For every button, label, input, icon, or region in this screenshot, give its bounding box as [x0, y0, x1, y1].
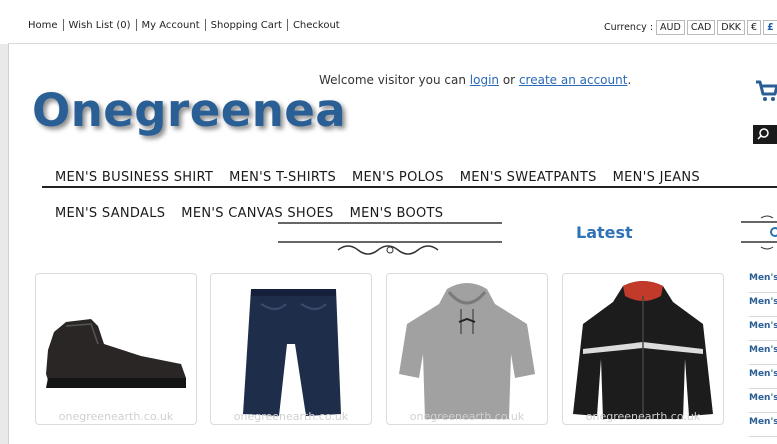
my-account-link[interactable]: My Account	[142, 20, 200, 31]
nav-item-polos[interactable]: MEN'S POLOS	[352, 170, 444, 185]
nav-row-2: MEN'S SANDALS MEN'S CANVAS SHOES MEN'S BOO…	[55, 206, 459, 221]
ornament-side-icon	[741, 215, 777, 250]
sidebar-item[interactable]: Men's	[749, 416, 777, 437]
product-card[interactable]: onegreenearth.co.uk	[386, 273, 548, 425]
search-icon	[757, 128, 769, 140]
hoodie-icon	[399, 283, 535, 419]
welcome-or: or	[502, 73, 516, 87]
nav-item-jeans[interactable]: MEN'S JEANS	[613, 170, 700, 185]
nav-item-boots[interactable]: MEN'S BOOTS	[350, 206, 444, 221]
home-link[interactable]: Home	[28, 20, 58, 31]
currency-dkk[interactable]: DKK	[717, 20, 746, 35]
boot-icon	[46, 319, 186, 388]
nav-item-sandals[interactable]: MEN'S SANDALS	[55, 206, 165, 221]
currency-eur[interactable]: €	[747, 20, 762, 35]
sidebar-item[interactable]: Men's	[749, 296, 777, 317]
jacket-icon	[573, 281, 713, 419]
nav-row-1: MEN'S BUSINESS SHIRT MEN'S T-SHIRTS MEN'S …	[55, 170, 716, 185]
separator	[135, 19, 137, 31]
product-card[interactable]: onegreenearth.co.uk	[210, 273, 372, 425]
product-watermark: onegreenearth.co.uk	[58, 410, 174, 423]
sidebar-item[interactable]: Men's	[749, 368, 777, 389]
sidebar-item[interactable]: Men's	[749, 272, 777, 293]
product-watermark: onegreenearth.co.uk	[233, 410, 349, 423]
separator	[204, 19, 206, 31]
wishlist-link[interactable]: Wish List (0)	[69, 20, 131, 31]
search-button[interactable]	[753, 125, 777, 144]
separator	[62, 19, 64, 31]
currency-gbp[interactable]: £	[763, 20, 777, 35]
welcome-message: Welcome visitor you can login or create …	[319, 73, 631, 87]
sidebar-item[interactable]: Men's	[749, 344, 777, 365]
sidebar-item[interactable]: Men's	[749, 320, 777, 341]
product-card[interactable]: onegreenearth.co.uk	[562, 273, 724, 425]
top-links: Home Wish List (0) My Account Shopping Cart…	[28, 19, 340, 31]
nav-item-tshirts[interactable]: MEN'S T-SHIRTS	[229, 170, 336, 185]
site-logo[interactable]: Onegreenea	[32, 84, 346, 137]
welcome-suffix: .	[627, 73, 632, 87]
latest-heading: Latest	[576, 223, 633, 242]
create-account-link[interactable]: create an account	[519, 73, 628, 87]
top-bar: Home Wish List (0) My Account Shopping Cart…	[0, 0, 777, 44]
shorts-icon	[243, 289, 341, 416]
product-watermark: onegreenearth.co.uk	[585, 410, 701, 423]
product-watermark: onegreenearth.co.uk	[409, 410, 525, 423]
sidebar-list: Men's Men's Men's Men's Men's Men's Men'…	[749, 272, 777, 440]
currency-cad[interactable]: CAD	[686, 20, 716, 35]
shopping-cart-link[interactable]: Shopping Cart	[211, 20, 282, 31]
currency-label: Currency :	[604, 22, 654, 33]
currency-aud[interactable]: AUD	[656, 20, 685, 35]
separator	[286, 19, 288, 31]
nav-item-business-shirt[interactable]: MEN'S BUSINESS SHIRT	[55, 170, 213, 185]
product-card[interactable]: onegreenearth.co.uk	[35, 273, 197, 425]
nav-divider	[42, 186, 777, 188]
welcome-prefix: Welcome visitor you can	[319, 73, 466, 87]
currency-selector: Currency : AUD CAD DKK € £	[604, 20, 777, 35]
cart-icon[interactable]	[754, 78, 777, 102]
nav-item-sweatpants[interactable]: MEN'S SWEATPANTS	[460, 170, 597, 185]
nav-item-canvas-shoes[interactable]: MEN'S CANVAS SHOES	[181, 206, 333, 221]
ornament-divider-icon	[278, 222, 502, 255]
checkout-link[interactable]: Checkout	[293, 20, 340, 31]
login-link[interactable]: login	[470, 73, 499, 87]
sidebar-item[interactable]: Men's	[749, 392, 777, 413]
